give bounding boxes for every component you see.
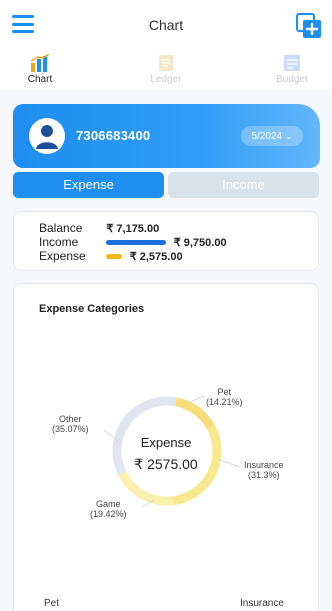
account-banner: 7306683400 5/2024 ⌄ [13, 104, 320, 168]
slice-percent: (14.21%) [206, 397, 243, 407]
summary-card: Balance ₹ 7,175.00 Income ₹ 9,750.00 Exp… [13, 211, 319, 271]
tab-budget[interactable]: Budget [262, 54, 322, 90]
balance-row: Balance ₹ 7,175.00 [39, 221, 159, 235]
expense-row: Expense ₹ 2,575.00 [39, 249, 183, 263]
bar-chart-icon [30, 54, 50, 72]
slice-label-game: Game (19.42%) [90, 499, 127, 519]
slice-label-other: Other (35.07%) [52, 414, 89, 434]
expense-categories-card: Expense Categories Expense ₹ 2575.00 Pet… [13, 283, 319, 611]
income-value: ₹ 9,750.00 [173, 237, 227, 249]
legend-insurance: Insurance [240, 598, 284, 609]
slice-name: Game [96, 499, 121, 509]
add-record-icon[interactable] [296, 13, 322, 39]
income-label: Income [39, 235, 79, 249]
slice-percent: (19.42%) [90, 509, 127, 519]
donut-center-amount: ₹ 2575.00 [134, 456, 198, 472]
slice-label-pet: Pet (14.21%) [206, 387, 243, 407]
balance-value: ₹ 7,175.00 [106, 223, 160, 235]
period-value: 5/2024 [251, 131, 283, 142]
expense-label: Expense [39, 249, 86, 263]
donut-slice-game[interactable] [118, 470, 173, 506]
budget-icon [284, 55, 300, 71]
balance-label: Balance [39, 221, 83, 235]
income-toggle[interactable]: Income [168, 172, 319, 198]
expense-value: ₹ 2,575.00 [129, 251, 183, 263]
tab-chart[interactable]: Chart [10, 54, 70, 90]
slice-label-insurance: Insurance (31.3%) [244, 460, 284, 480]
account-phone: 7306683400 [76, 128, 151, 143]
tab-chart-label: Chart [27, 74, 53, 85]
user-icon [36, 125, 58, 149]
slice-percent: (31.3%) [248, 470, 280, 480]
slice-percent: (35.07%) [52, 424, 89, 434]
chevron-down-icon: ⌄ [284, 131, 293, 141]
tab-budget-label: Budget [276, 74, 308, 85]
slice-name: Other [59, 414, 82, 424]
leader-line [216, 458, 241, 468]
expense-bar [106, 254, 123, 260]
tab-bar: Chart Ledger Budget [0, 50, 332, 90]
tab-ledger-label: Ledger [150, 74, 182, 85]
tab-ledger[interactable]: Ledger [136, 54, 196, 90]
legend-pet: Pet [44, 598, 60, 609]
top-bar: Chart [0, 0, 332, 50]
donut-center-label: Expense [140, 435, 192, 450]
leader-line [189, 395, 205, 403]
income-bar [106, 240, 167, 246]
expense-toggle[interactable]: Expense [13, 172, 164, 198]
slice-name: Pet [217, 387, 232, 397]
slice-name: Insurance [244, 460, 284, 470]
avatar[interactable] [29, 118, 65, 154]
period-selector[interactable]: 5/2024 ⌄ [241, 126, 303, 146]
income-row: Income ₹ 9,750.00 [39, 235, 227, 249]
ledger-icon [159, 55, 173, 71]
page-title: Chart [148, 17, 184, 33]
